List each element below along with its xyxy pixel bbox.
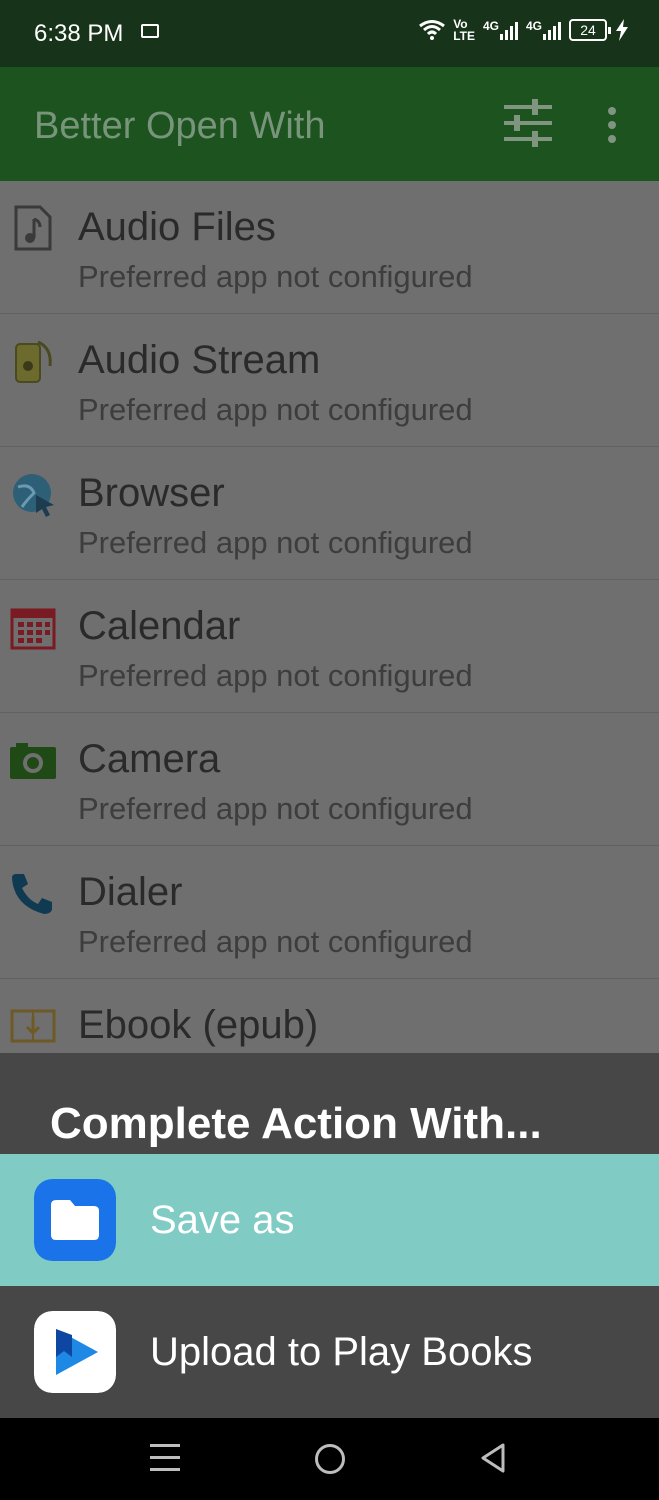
list-item-camera[interactable]: Camera Preferred app not configured <box>0 713 659 846</box>
recent-apps-button[interactable] <box>150 1444 180 1480</box>
list-item-label: Audio Stream <box>78 338 321 382</box>
battery-icon: 24 <box>569 19 611 41</box>
list-item-calendar[interactable]: Calendar Preferred app not configured <box>0 580 659 713</box>
list-item-label: Dialer <box>78 870 183 914</box>
audio-stream-icon <box>15 340 52 383</box>
option-label: Upload to Play Books <box>150 1330 533 1374</box>
list-item-subtitle: Preferred app not configured <box>78 525 473 560</box>
list-item-browser[interactable]: Browser Preferred app not configured <box>0 447 659 580</box>
home-button[interactable] <box>315 1444 345 1474</box>
volte-indicator: Vo LTE <box>453 18 475 42</box>
browser-icon <box>13 474 54 517</box>
back-button[interactable] <box>480 1442 506 1474</box>
files-folder-icon <box>34 1179 116 1261</box>
list-item-label: Browser <box>78 471 225 515</box>
signal-1: 4G <box>483 20 518 40</box>
list-item-label: Audio Files <box>78 205 276 249</box>
list-item-subtitle: Preferred app not configured <box>78 791 473 826</box>
list-item-subtitle: Preferred app not configured <box>78 658 473 693</box>
list-item-label: Ebook (epub) <box>78 1003 319 1047</box>
battery-level: 24 <box>580 22 596 38</box>
charging-icon <box>616 19 628 41</box>
phone-icon <box>12 874 52 914</box>
option-label: Save as <box>150 1198 295 1242</box>
ebook-icon <box>10 1009 56 1043</box>
wifi-icon <box>419 20 446 40</box>
volte-bottom: LTE <box>453 29 475 43</box>
tune-icon[interactable] <box>502 97 554 149</box>
list-item-audio-files[interactable]: Audio Files Preferred app not configured <box>0 181 659 314</box>
app-bar: Better Open With <box>0 67 659 181</box>
list-item-subtitle: Preferred app not configured <box>78 259 473 294</box>
signal-bars-2-icon <box>543 20 561 40</box>
list-item-subtitle: Preferred app not configured <box>78 392 473 427</box>
camera-icon <box>10 743 56 779</box>
status-icons: Vo LTE 4G 4G 24 <box>419 18 629 42</box>
complete-action-sheet: Complete Action With... Save as Upload t… <box>0 1053 659 1418</box>
status-bar: 6:38 PM Vo LTE 4G 4G 24 <box>0 0 659 67</box>
option-save-as[interactable]: Save as <box>0 1154 659 1286</box>
list-item-label: Calendar <box>78 604 241 648</box>
play-books-icon <box>34 1311 116 1393</box>
folder-icon <box>141 24 159 38</box>
more-vert-icon[interactable] <box>608 107 618 149</box>
calendar-icon <box>10 608 56 650</box>
audio-file-icon <box>14 205 52 251</box>
system-nav-bar <box>0 1418 659 1500</box>
app-title: Better Open With <box>34 105 326 147</box>
content-type-list: Audio Files Preferred app not configured… <box>0 181 659 1112</box>
status-time: 6:38 PM <box>34 20 124 47</box>
option-upload-play-books[interactable]: Upload to Play Books <box>0 1286 659 1418</box>
network-type-1: 4G <box>482 19 499 33</box>
sheet-title: Complete Action With... <box>50 1099 542 1148</box>
signal-bars-1-icon <box>499 20 518 40</box>
network-type-2: 4G <box>525 19 542 33</box>
list-item-subtitle: Preferred app not configured <box>78 924 473 959</box>
list-item-dialer[interactable]: Dialer Preferred app not configured <box>0 846 659 979</box>
signal-2: 4G <box>526 20 561 40</box>
list-item-audio-stream[interactable]: Audio Stream Preferred app not configure… <box>0 314 659 447</box>
list-item-label: Camera <box>78 737 221 781</box>
